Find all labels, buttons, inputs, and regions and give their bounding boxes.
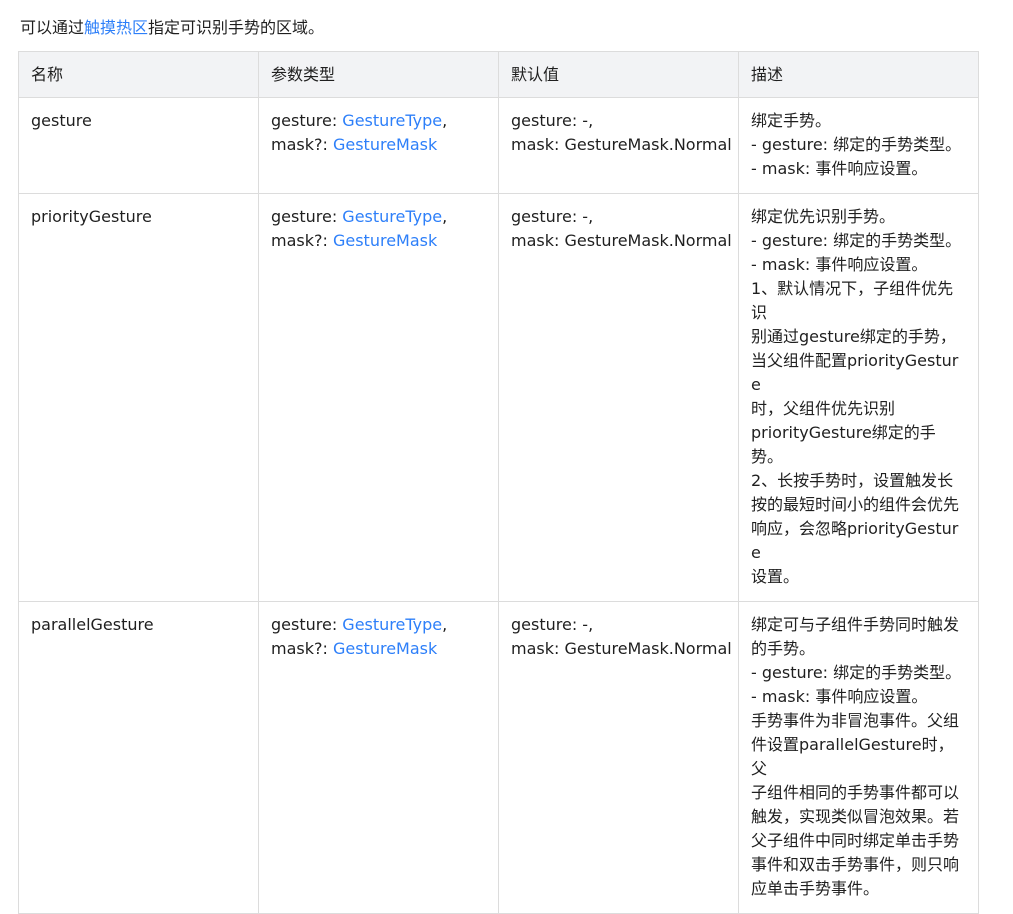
description-line: 触发，实现类似冒泡效果。若 bbox=[751, 807, 960, 826]
param-line-gesture: gesture: GestureType, bbox=[271, 109, 486, 133]
param-separator: , bbox=[442, 111, 448, 130]
description-line: 件设置parallelGesture时，父 bbox=[751, 735, 954, 778]
param-line-mask: mask?: GestureMask bbox=[271, 229, 486, 253]
row-name-priority-gesture: priorityGesture bbox=[31, 207, 152, 226]
header-name: 名称 bbox=[18, 51, 259, 98]
cell-param-type: gesture: GestureType, mask?: GestureMask bbox=[258, 97, 499, 194]
row-name-parallel-gesture: parallelGesture bbox=[31, 615, 154, 634]
intro-paragraph: 可以通过触摸热区指定可识别手势的区域。 bbox=[20, 16, 324, 40]
description-line: - mask: 事件响应设置。 bbox=[751, 687, 928, 706]
header-description: 描述 bbox=[738, 51, 979, 98]
param-label: mask?: bbox=[271, 231, 333, 250]
description-line: 绑定优先识别手势。 bbox=[751, 207, 896, 226]
table-header-row: 名称 参数类型 默认值 描述 bbox=[18, 51, 979, 98]
gesture-type-link[interactable]: GestureType bbox=[342, 615, 442, 634]
intro-text-after: 指定可识别手势的区域。 bbox=[148, 18, 325, 37]
param-label: gesture: bbox=[271, 111, 343, 130]
description-line: - gesture: 绑定的手势类型。 bbox=[751, 135, 962, 154]
description-line: 响应，会忽略priorityGesture bbox=[751, 519, 959, 562]
default-gesture: gesture: -, bbox=[511, 615, 594, 634]
description-line: 的手势。 bbox=[751, 639, 816, 658]
cell-description: 绑定可与子组件手势同时触发 的手势。 - gesture: 绑定的手势类型。 -… bbox=[738, 601, 979, 914]
header-param-type: 参数类型 bbox=[258, 51, 499, 98]
default-gesture: gesture: -, bbox=[511, 111, 594, 130]
param-line-gesture: gesture: GestureType, bbox=[271, 613, 486, 637]
gesture-mask-link[interactable]: GestureMask bbox=[333, 231, 437, 250]
description-line: 应单击手势事件。 bbox=[751, 879, 880, 898]
gesture-api-table: 名称 参数类型 默认值 描述 gesture gesture: GestureT… bbox=[18, 51, 979, 914]
description-line: 按的最短时间小的组件会优先 bbox=[751, 495, 960, 514]
table-row: priorityGesture gesture: GestureType, ma… bbox=[18, 193, 979, 602]
default-mask: mask: GestureMask.Normal bbox=[511, 639, 732, 658]
description-line: 当父组件配置priorityGesture bbox=[751, 351, 959, 394]
header-default-value: 默认值 bbox=[498, 51, 739, 98]
param-label: gesture: bbox=[271, 207, 343, 226]
cell-default-value: gesture: -, mask: GestureMask.Normal bbox=[498, 601, 739, 914]
param-line-mask: mask?: GestureMask bbox=[271, 637, 486, 661]
description-line: - gesture: 绑定的手势类型。 bbox=[751, 231, 962, 250]
description-line: 别通过gesture绑定的手势， bbox=[751, 327, 956, 346]
cell-default-value: gesture: -, mask: GestureMask.Normal bbox=[498, 97, 739, 194]
cell-param-type: gesture: GestureType, mask?: GestureMask bbox=[258, 601, 499, 914]
description-line: 绑定可与子组件手势同时触发 bbox=[751, 615, 960, 634]
description-line: 父子组件中同时绑定单击手势 bbox=[751, 831, 960, 850]
description-line: 事件和双击手势事件，则只响 bbox=[751, 855, 960, 874]
touch-hot-area-link[interactable]: 触摸热区 bbox=[84, 18, 148, 37]
description-line: - mask: 事件响应设置。 bbox=[751, 255, 928, 274]
description-line: 绑定手势。 bbox=[751, 111, 832, 130]
gesture-mask-link[interactable]: GestureMask bbox=[333, 135, 437, 154]
param-line-gesture: gesture: GestureType, bbox=[271, 205, 486, 229]
param-separator: , bbox=[442, 615, 448, 634]
description-line: - gesture: 绑定的手势类型。 bbox=[751, 663, 962, 682]
cell-default-value: gesture: -, mask: GestureMask.Normal bbox=[498, 193, 739, 602]
default-mask: mask: GestureMask.Normal bbox=[511, 231, 732, 250]
row-name-gesture: gesture bbox=[31, 111, 92, 130]
description-line: - mask: 事件响应设置。 bbox=[751, 159, 928, 178]
intro-text-before: 可以通过 bbox=[20, 18, 85, 37]
description-line: 设置。 bbox=[751, 567, 800, 586]
description-line: priorityGesture绑定的手势。 bbox=[751, 423, 936, 466]
cell-description: 绑定优先识别手势。 - gesture: 绑定的手势类型。 - mask: 事件… bbox=[738, 193, 979, 602]
description-line: 1、默认情况下，子组件优先识 bbox=[751, 279, 954, 322]
gesture-mask-link[interactable]: GestureMask bbox=[333, 639, 437, 658]
cell-name: parallelGesture bbox=[18, 601, 259, 914]
param-label: mask?: bbox=[271, 639, 333, 658]
param-label: gesture: bbox=[271, 615, 343, 634]
param-separator: , bbox=[442, 207, 448, 226]
table-row: gesture gesture: GestureType, mask?: Ges… bbox=[18, 97, 979, 194]
table-row: parallelGesture gesture: GestureType, ma… bbox=[18, 601, 979, 914]
cell-description: 绑定手势。 - gesture: 绑定的手势类型。 - mask: 事件响应设置… bbox=[738, 97, 979, 194]
gesture-type-link[interactable]: GestureType bbox=[342, 111, 442, 130]
default-mask: mask: GestureMask.Normal bbox=[511, 135, 732, 154]
description-line: 子组件相同的手势事件都可以 bbox=[751, 783, 960, 802]
cell-param-type: gesture: GestureType, mask?: GestureMask bbox=[258, 193, 499, 602]
cell-name: gesture bbox=[18, 97, 259, 194]
default-gesture: gesture: -, bbox=[511, 207, 594, 226]
param-label: mask?: bbox=[271, 135, 333, 154]
gesture-type-link[interactable]: GestureType bbox=[342, 207, 442, 226]
description-line: 手势事件为非冒泡事件。父组 bbox=[751, 711, 960, 730]
description-line: 时，父组件优先识别 bbox=[751, 399, 896, 418]
param-line-mask: mask?: GestureMask bbox=[271, 133, 486, 157]
cell-name: priorityGesture bbox=[18, 193, 259, 602]
description-line: 2、长按手势时，设置触发长 bbox=[751, 471, 954, 490]
